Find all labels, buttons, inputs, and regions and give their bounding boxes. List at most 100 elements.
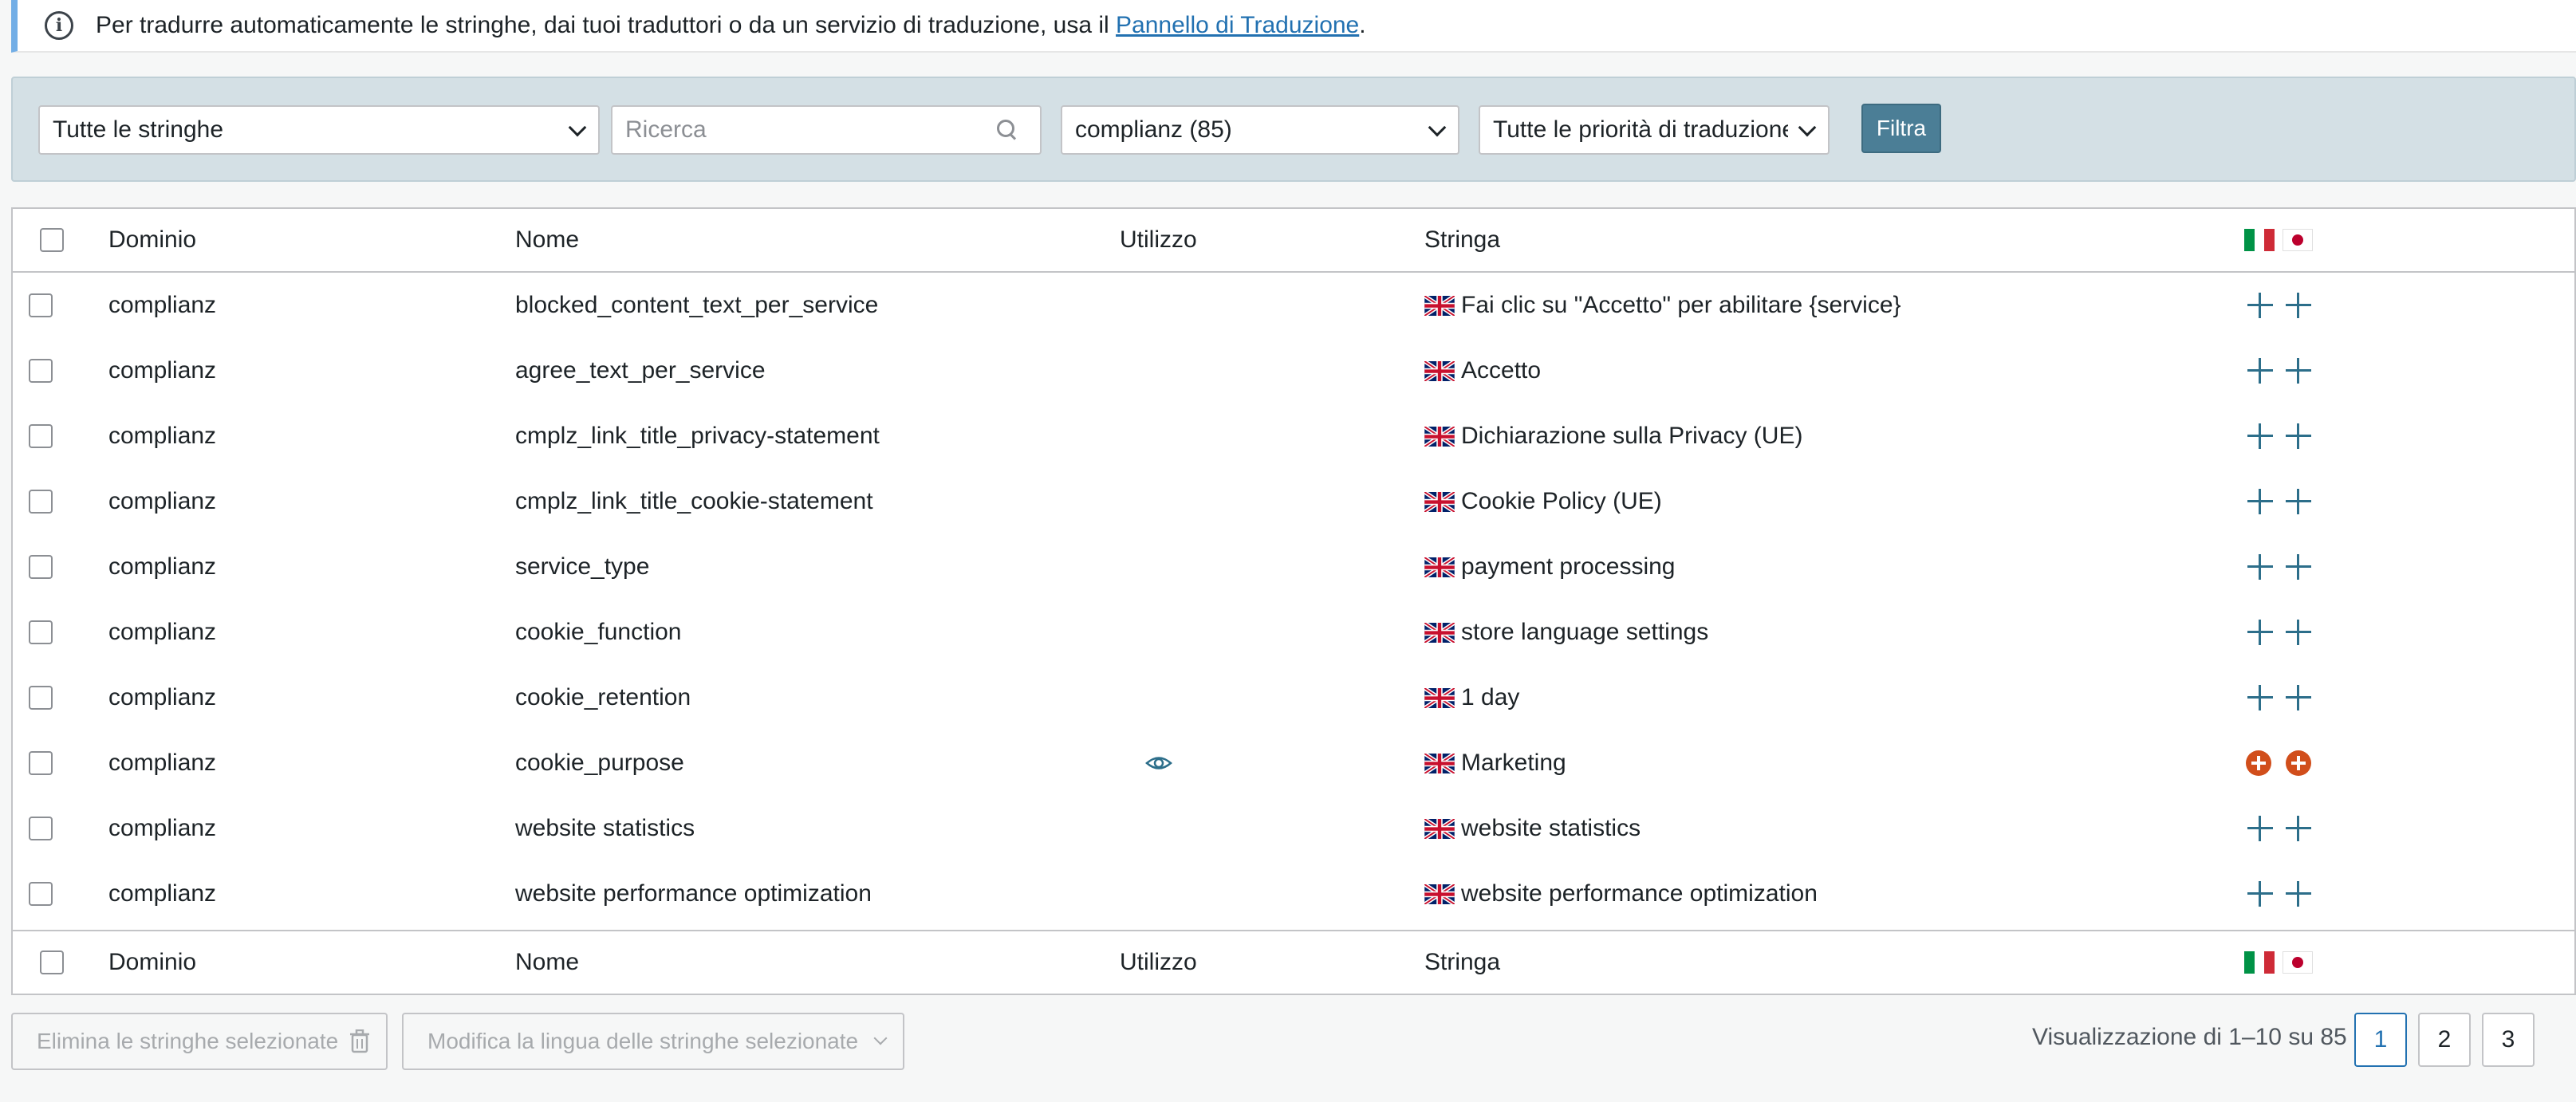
translation-panel-link[interactable]: Pannello di Traduzione [1116, 12, 1359, 38]
row-checkbox[interactable] [29, 751, 53, 775]
column-name[interactable]: Nome [515, 209, 579, 271]
add-translation-icon[interactable] [2246, 487, 2275, 516]
row-translation-actions [2246, 534, 2313, 600]
uk-flag-icon [1424, 622, 1455, 643]
row-string[interactable]: Marketing [1424, 730, 1566, 796]
row-domain: complianz [108, 619, 217, 645]
add-translation-icon[interactable] [2284, 291, 2313, 320]
row-string-text: Cookie Policy (UE) [1461, 488, 1662, 514]
column-string-footer[interactable]: Stringa [1424, 931, 1500, 994]
search-input[interactable] [625, 116, 968, 144]
japanese-flag-icon [2283, 951, 2313, 974]
add-translation-icon[interactable] [2284, 880, 2313, 908]
page-3-button[interactable]: 3 [2482, 1013, 2535, 1067]
filter-button[interactable]: Filtra [1861, 104, 1941, 153]
row-string-text: website statistics [1461, 815, 1641, 841]
usage-cell [1145, 730, 1172, 796]
row-checkbox[interactable] [29, 490, 53, 514]
row-string[interactable]: store language settings [1424, 600, 1708, 665]
priority-select[interactable]: Tutte le priorità di traduzione [1479, 105, 1830, 155]
row-name: cookie_function [515, 619, 682, 645]
column-domain[interactable]: Dominio [108, 209, 196, 271]
table-row: complianz cmplz_link_title_privacy-statem… [13, 403, 2574, 469]
row-string[interactable]: website statistics [1424, 796, 1641, 861]
page-2-button[interactable]: 2 [2418, 1013, 2471, 1067]
row-checkbox[interactable] [29, 359, 53, 383]
row-checkbox[interactable] [29, 424, 53, 448]
domain-select-value: complianz (85) [1075, 116, 1232, 143]
row-name: agree_text_per_service [515, 357, 766, 384]
add-translation-icon[interactable] [2246, 618, 2275, 647]
add-translation-icon[interactable] [2246, 422, 2275, 451]
row-string[interactable]: Fai clic su "Accetto" per abilitare {ser… [1424, 273, 1901, 338]
table-row: complianz service_type payment processing [13, 534, 2574, 600]
trash-icon [350, 1029, 370, 1053]
add-translation-icon[interactable] [2284, 814, 2313, 843]
row-domain: complianz [108, 292, 217, 318]
select-all-checkbox-footer[interactable] [40, 950, 64, 974]
uk-flag-icon [1424, 753, 1455, 773]
row-string[interactable]: 1 day [1424, 665, 1519, 730]
row-translation-actions [2246, 338, 2313, 403]
uk-flag-icon [1424, 360, 1455, 381]
add-translation-icon[interactable] [2284, 487, 2313, 516]
row-string[interactable]: Dichiarazione sulla Privacy (UE) [1424, 403, 1802, 469]
column-domain-footer[interactable]: Dominio [108, 931, 196, 994]
row-checkbox[interactable] [29, 555, 53, 579]
change-language-button[interactable]: Modifica la lingua delle stringhe selezi… [402, 1013, 904, 1070]
add-translation-icon[interactable] [2284, 683, 2313, 712]
table-footer: Dominio Nome Utilizzo Stringa [13, 930, 2574, 994]
add-translation-icon[interactable] [2284, 618, 2313, 647]
add-translation-icon[interactable] [2246, 553, 2275, 581]
search-icon[interactable] [997, 120, 1018, 140]
row-checkbox[interactable] [29, 293, 53, 317]
column-string[interactable]: Stringa [1424, 209, 1500, 271]
row-string-text: Marketing [1461, 750, 1566, 776]
language-flags-footer [2244, 931, 2313, 994]
row-string[interactable]: Cookie Policy (UE) [1424, 469, 1662, 534]
select-all-checkbox[interactable] [40, 228, 64, 252]
add-translation-icon[interactable] [2284, 553, 2313, 581]
needs-update-plus-icon[interactable] [2286, 750, 2311, 776]
row-checkbox[interactable] [29, 686, 53, 710]
row-domain: complianz [108, 750, 217, 776]
strings-select[interactable]: Tutte le stringhe [38, 105, 600, 155]
strings-table: Dominio Nome Utilizzo Stringa complianz b… [11, 207, 2576, 995]
add-translation-icon[interactable] [2246, 356, 2275, 385]
row-string[interactable]: website performance optimization [1424, 861, 1818, 927]
add-translation-icon[interactable] [2246, 683, 2275, 712]
row-domain: complianz [108, 423, 217, 449]
domain-select[interactable]: complianz (85) [1061, 105, 1459, 155]
row-translation-actions [2246, 730, 2311, 796]
row-checkbox[interactable] [29, 817, 53, 840]
add-translation-icon[interactable] [2246, 291, 2275, 320]
row-checkbox[interactable] [29, 882, 53, 906]
row-name: website performance optimization [515, 880, 872, 907]
row-string[interactable]: Accetto [1424, 338, 1541, 403]
eye-icon[interactable] [1145, 750, 1172, 777]
row-string-text: website performance optimization [1461, 880, 1818, 907]
italian-flag-icon [2244, 951, 2275, 974]
add-translation-icon[interactable] [2246, 880, 2275, 908]
table-row: complianz cookie_purpose Marketing [13, 730, 2574, 796]
table-row: complianz cmplz_link_title_cookie-stateme… [13, 469, 2574, 534]
page-1-button[interactable]: 1 [2354, 1013, 2407, 1067]
table-row: complianz agree_text_per_service Accetto [13, 338, 2574, 403]
change-language-label: Modifica la lingua delle stringhe selezi… [427, 1029, 859, 1053]
needs-update-plus-icon[interactable] [2246, 750, 2271, 776]
row-string[interactable]: payment processing [1424, 534, 1675, 600]
search-field[interactable] [611, 105, 1042, 155]
add-translation-icon[interactable] [2246, 814, 2275, 843]
row-string-text: Dichiarazione sulla Privacy (UE) [1461, 423, 1803, 449]
delete-selected-button[interactable]: Elimina le stringhe selezionate [11, 1013, 388, 1070]
row-string-text: payment processing [1461, 553, 1676, 580]
row-domain: complianz [108, 488, 217, 514]
add-translation-icon[interactable] [2284, 356, 2313, 385]
notice-text: Per tradurre automaticamente le stringhe… [96, 12, 1366, 39]
row-translation-actions [2246, 665, 2313, 730]
add-translation-icon[interactable] [2284, 422, 2313, 451]
row-name: website statistics [515, 815, 695, 841]
row-domain: complianz [108, 880, 217, 907]
column-name-footer[interactable]: Nome [515, 931, 579, 994]
row-checkbox[interactable] [29, 620, 53, 644]
